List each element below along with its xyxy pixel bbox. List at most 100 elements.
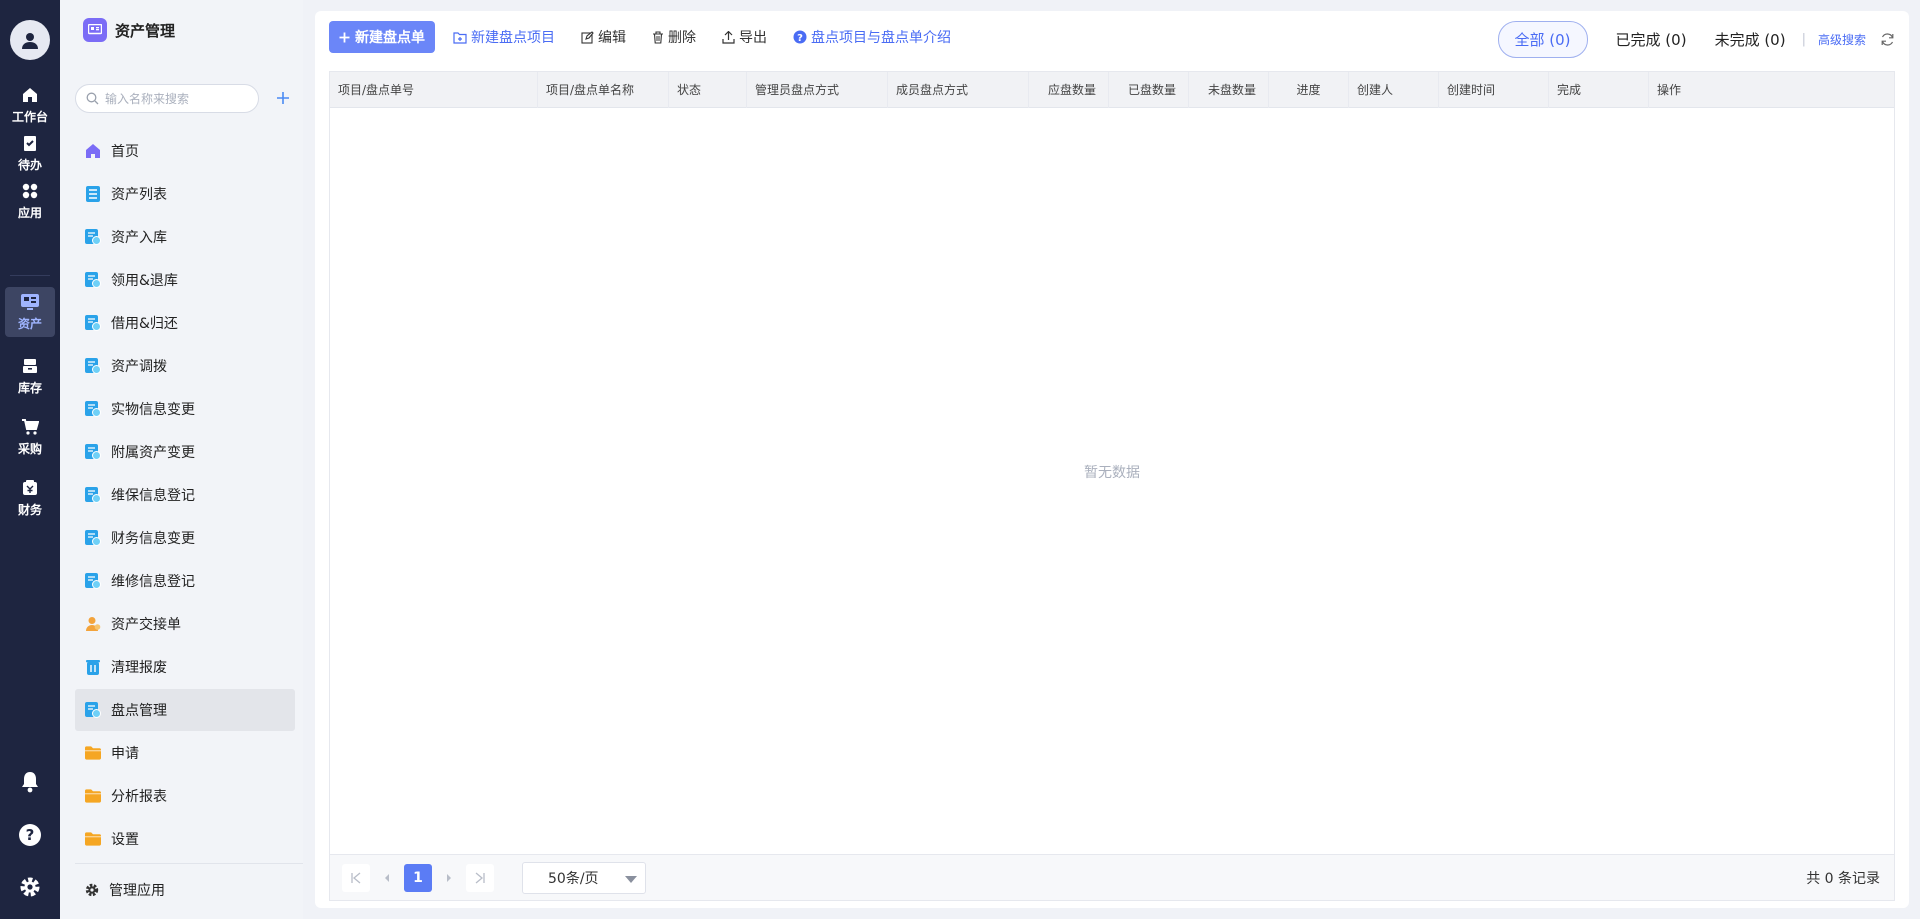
rail-label: 工作台 (11, 110, 48, 124)
rail-item-inventory[interactable]: 库存 (5, 351, 55, 401)
sidebar-item-label: 清理报废 (111, 660, 167, 676)
sidebar-item[interactable]: 首页 (75, 130, 295, 172)
menu-search-box[interactable] (75, 84, 259, 113)
rail-item-finance[interactable]: 财务 (5, 473, 55, 523)
sidebar-item[interactable]: 申请 (75, 732, 295, 774)
inventory-table: 项目/盘点单号 项目/盘点单名称 状态 管理员盘点方式 成员盘点方式 应盘数量 … (329, 71, 1895, 901)
sidebar-item[interactable]: 领用&退库 (75, 259, 295, 301)
rail-item-assets[interactable]: 资产 (5, 287, 55, 337)
sidebar-item[interactable]: 资产交接单 (75, 603, 295, 645)
trash-icon (85, 659, 101, 675)
intro-link[interactable]: ? 盘点项目与盘点单介绍 (793, 27, 951, 47)
sidebar-item-label: 资产入库 (111, 230, 167, 246)
folder-icon (85, 788, 101, 804)
sidebar-item-label: 维保信息登记 (111, 488, 195, 504)
sidebar-item[interactable]: 资产入库 (75, 216, 295, 258)
page-number-current[interactable]: 1 (404, 863, 432, 892)
filter-all[interactable]: 全部 (0) (1497, 20, 1588, 58)
advanced-search-link[interactable]: 高级搜索 (1818, 31, 1866, 48)
sidebar-item[interactable]: 财务信息变更 (75, 517, 295, 559)
rail-label: 采购 (17, 442, 42, 456)
sidebar-item[interactable]: 分析报表 (75, 775, 295, 817)
delete-label: 删除 (668, 30, 696, 46)
main-panel: 新建盘点单 新建盘点项目 编辑 删除 导出 ? 盘点项目与盘点单介绍 全部 (0… (315, 11, 1909, 908)
first-page-button[interactable] (342, 863, 370, 892)
col-header[interactable]: 项目/盘点单号 (330, 72, 538, 108)
col-header[interactable]: 操作 (1649, 72, 1894, 108)
form-icon (85, 315, 101, 331)
form-icon (85, 358, 101, 374)
list-icon (85, 186, 101, 202)
sidebar-item[interactable]: 资产调拨 (75, 345, 295, 387)
sidebar-item[interactable]: 维保信息登记 (75, 474, 295, 516)
rail-label: 库存 (17, 381, 42, 395)
manage-app-button[interactable]: 管理应用 (85, 880, 165, 900)
form-icon (85, 272, 101, 288)
last-page-icon (475, 872, 485, 883)
col-header[interactable]: 状态 (669, 72, 747, 108)
col-header[interactable]: 进度 (1269, 72, 1349, 108)
sidebar-item-label: 财务信息变更 (111, 531, 195, 547)
col-header[interactable]: 完成 (1549, 72, 1649, 108)
sidebar-item[interactable]: 维修信息登记 (75, 560, 295, 602)
rail-item-todo[interactable]: 待办 (5, 128, 55, 178)
filter-undone[interactable]: 未完成 (0) (1715, 29, 1786, 50)
sidebar-item-label: 附属资产变更 (111, 445, 195, 461)
page-size-select[interactable]: 50条/页 (522, 861, 646, 894)
col-header[interactable]: 未盘数量 (1189, 72, 1269, 108)
new-project-button[interactable]: 新建盘点项目 (453, 27, 555, 47)
col-header[interactable]: 成员盘点方式 (888, 72, 1029, 108)
col-header[interactable]: 创建时间 (1439, 72, 1549, 108)
svg-text:?: ? (26, 826, 35, 844)
sidebar-item[interactable]: 借用&归还 (75, 302, 295, 344)
export-label: 导出 (739, 30, 767, 46)
user-avatar[interactable] (10, 20, 50, 60)
last-page-button[interactable] (466, 863, 494, 892)
user-icon (22, 33, 38, 49)
sidebar-item-label: 借用&归还 (111, 316, 178, 332)
help-icon[interactable]: ? (15, 820, 45, 850)
sidebar-item[interactable]: 附属资产变更 (75, 431, 295, 473)
form-icon (85, 573, 101, 589)
sidebar-item-label: 维修信息登记 (111, 574, 195, 590)
intro-label: 盘点项目与盘点单介绍 (811, 30, 951, 46)
form-icon (85, 229, 101, 245)
gear-icon (85, 883, 99, 897)
settings-icon[interactable] (15, 872, 45, 902)
sidebar-item[interactable]: 盘点管理 (75, 689, 295, 731)
next-page-button[interactable] (440, 864, 458, 892)
finance-icon (20, 478, 40, 498)
col-header[interactable]: 已盘数量 (1109, 72, 1189, 108)
refresh-icon[interactable] (1880, 32, 1895, 47)
bell-icon[interactable] (15, 767, 45, 797)
rail-item-apps[interactable]: 应用 (5, 176, 55, 226)
page-size-value: 50条/页 (548, 870, 599, 887)
menu-search-input[interactable] (105, 91, 245, 106)
col-header[interactable]: 管理员盘点方式 (747, 72, 888, 108)
rail-label: 财务 (17, 503, 42, 517)
question-circle-icon: ? (793, 30, 807, 44)
filter-done[interactable]: 已完成 (0) (1616, 29, 1687, 50)
add-menu-button[interactable] (272, 87, 294, 109)
sidebar-item-label: 领用&退库 (111, 273, 178, 289)
col-header[interactable]: 项目/盘点单名称 (538, 72, 669, 108)
sidebar-item[interactable]: 清理报废 (75, 646, 295, 688)
sidebar-item[interactable]: 实物信息变更 (75, 388, 295, 430)
rail-item-workbench[interactable]: 工作台 (5, 80, 55, 130)
col-header[interactable]: 创建人 (1349, 72, 1439, 108)
new-sheet-button[interactable]: 新建盘点单 (329, 21, 435, 53)
prev-page-button[interactable] (378, 864, 396, 892)
person-icon (85, 616, 101, 632)
inventory-icon (20, 356, 40, 376)
edit-label: 编辑 (598, 30, 626, 46)
export-button[interactable]: 导出 (722, 27, 767, 47)
sidebar-item[interactable]: 设置 (75, 818, 295, 860)
rail-item-purchase[interactable]: 采购 (5, 412, 55, 462)
form-icon (85, 530, 101, 546)
app-sidebar: 资产管理 首页资产列表资产入库领用&退库借用&归还资产调拨实物信息变更附属资产变… (60, 0, 303, 919)
delete-button[interactable]: 删除 (652, 27, 696, 47)
global-nav-rail: 工作台 待办 应用 资产 库存 采购 财务 ? (0, 0, 60, 919)
edit-button[interactable]: 编辑 (581, 27, 626, 47)
col-header[interactable]: 应盘数量 (1029, 72, 1109, 108)
sidebar-item[interactable]: 资产列表 (75, 173, 295, 215)
